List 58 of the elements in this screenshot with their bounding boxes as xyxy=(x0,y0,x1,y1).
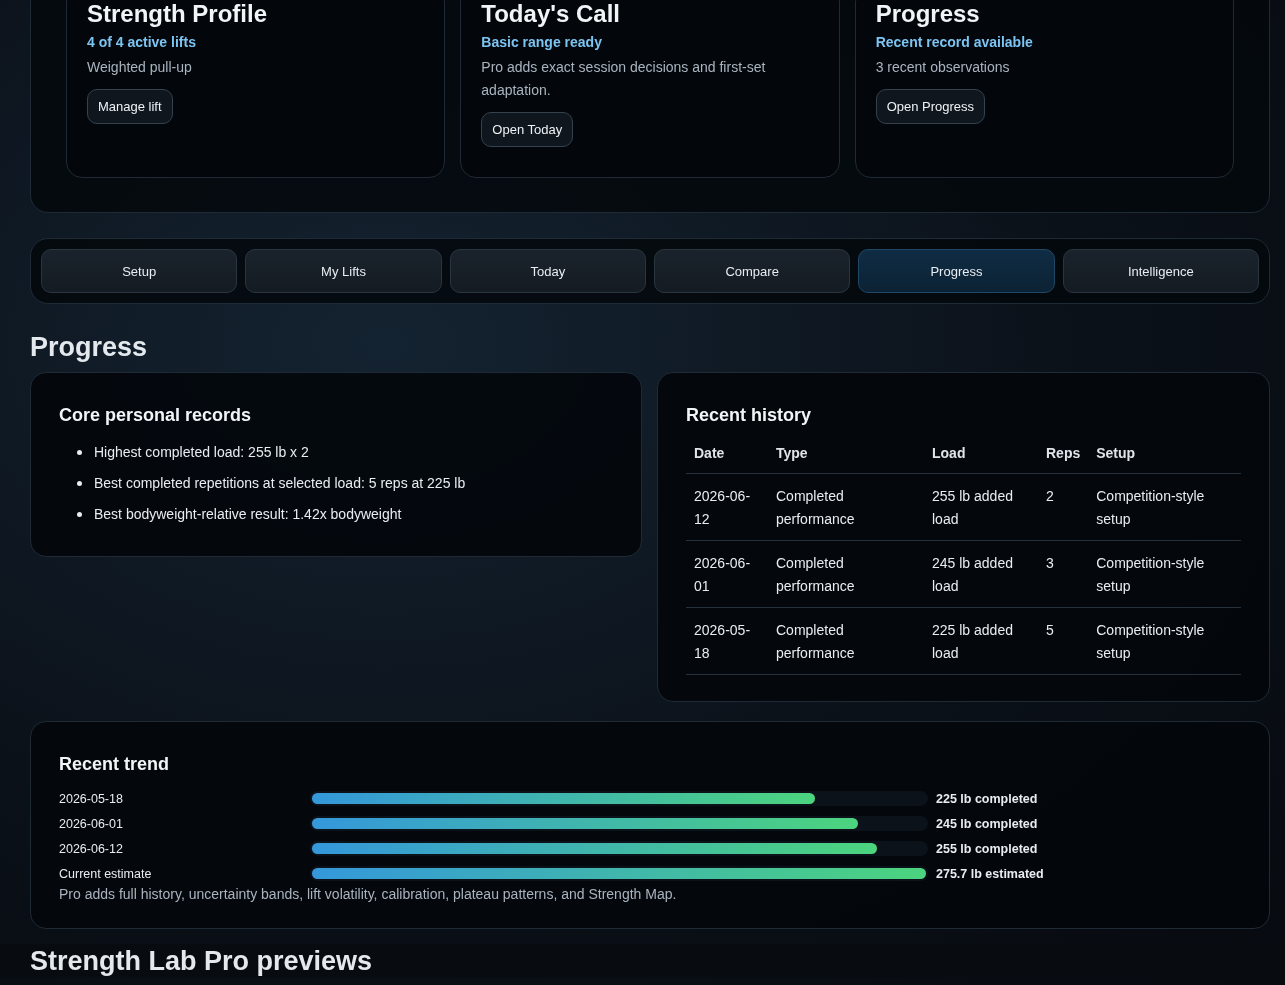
table-cell: Completed performance xyxy=(768,540,924,608)
table-cell: 5 xyxy=(1038,607,1089,675)
bullet-icon xyxy=(77,512,82,517)
action-button[interactable]: Open Progress xyxy=(875,89,986,124)
trend-value: 225 lb completed xyxy=(936,791,1038,806)
tab[interactable]: Today xyxy=(449,249,646,293)
table-cell: 2 xyxy=(1038,473,1089,541)
table-cell: 2026-06-01 xyxy=(686,540,768,608)
record-text: Highest completed load: 255 lb x 2 xyxy=(94,443,309,462)
trend-label: 2026-05-18 xyxy=(59,791,124,806)
table-cell: Competition-style setup xyxy=(1088,540,1241,608)
section-title: Strength Lab Pro previews xyxy=(30,945,374,978)
status-text: Recent record available xyxy=(875,33,1034,52)
trend-label: Current estimate xyxy=(59,866,153,881)
table-cell: 255 lb added load xyxy=(924,473,1038,541)
card-detail: Pro adds exact session decisions and first-set adaptation. xyxy=(481,58,767,100)
column-header: Date xyxy=(686,437,768,474)
trend-value: 255 lb completed xyxy=(936,841,1038,856)
card-title: Progress xyxy=(875,1,981,27)
table-cell: 3 xyxy=(1038,540,1089,608)
tab[interactable]: Progress xyxy=(858,249,1055,293)
record-text: Best completed repetitions at selected load: 5 reps at 225 lb xyxy=(94,474,466,493)
trend-note: Pro adds full history, uncertainty bands, lift volatility, calibration, plateau patterns, and Strength Map. xyxy=(59,886,678,902)
table-cell: 2026-06-12 xyxy=(686,473,768,541)
tab[interactable]: Compare xyxy=(654,249,851,293)
bullet-icon xyxy=(77,481,82,486)
table-cell: Competition-style setup xyxy=(1088,473,1241,541)
card-detail: 3 recent observations xyxy=(875,58,1011,77)
tab[interactable]: Intelligence xyxy=(1062,249,1259,293)
card-title: Recent history xyxy=(686,404,813,427)
table-cell: Completed performance xyxy=(768,607,924,675)
section-title: Progress xyxy=(30,331,149,364)
column-header: Type xyxy=(768,437,924,474)
tab[interactable]: Setup xyxy=(41,249,238,293)
column-header: Reps xyxy=(1038,437,1089,474)
status-text: Basic range ready xyxy=(481,33,603,52)
action-button[interactable]: Manage lift xyxy=(87,89,173,124)
card-title: Core personal records xyxy=(59,404,253,427)
table-cell: 245 lb added load xyxy=(924,540,1038,608)
card-title: Today's Call xyxy=(481,1,621,27)
trend-label: 2026-06-01 xyxy=(59,816,124,831)
column-header: Load xyxy=(924,437,1038,474)
trend-value: 275.7 lb estimated xyxy=(936,866,1044,881)
table-cell: Competition-style setup xyxy=(1088,607,1241,675)
record-text: Best bodyweight-relative result: 1.42x bodyweight xyxy=(94,505,402,524)
status-text: 4 of 4 active lifts xyxy=(87,33,197,52)
trend-label: 2026-06-12 xyxy=(59,841,124,856)
card-detail: Weighted pull-up xyxy=(87,58,193,77)
bullet-icon xyxy=(77,450,82,455)
table-cell: 225 lb added load xyxy=(924,607,1038,675)
action-button[interactable]: Open Today xyxy=(481,112,574,147)
card-title: Strength Profile xyxy=(87,1,268,27)
tab[interactable]: My Lifts xyxy=(245,249,442,293)
card-title: Recent trend xyxy=(59,753,171,776)
table-cell: 2026-05-18 xyxy=(686,607,768,675)
column-header: Setup xyxy=(1088,437,1241,474)
trend-value: 245 lb completed xyxy=(936,816,1038,831)
table-cell: Completed performance xyxy=(768,473,924,541)
